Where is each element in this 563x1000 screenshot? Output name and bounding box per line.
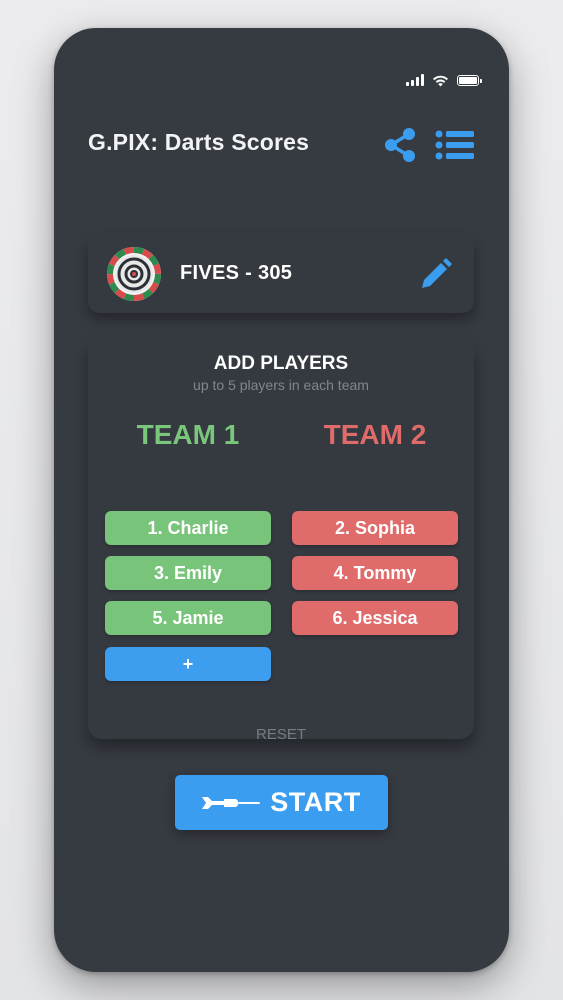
list-icon (435, 130, 474, 160)
share-icon (385, 128, 415, 162)
phone-screen: G.PIX: Darts Scores FIVES - 305 ADD PLAY… (54, 28, 509, 972)
status-bar (406, 72, 482, 88)
team-2-heading: TEAM 2 (323, 419, 427, 450)
wifi-icon (433, 75, 448, 86)
share-button[interactable] (380, 125, 420, 165)
team-2-player-2[interactable]: 4. Tommy (292, 556, 458, 590)
team-2-player-3[interactable]: 6. Jessica (292, 601, 458, 635)
signal-icon (406, 74, 424, 86)
add-players-title: ADD PLAYERS (213, 353, 349, 374)
menu-button[interactable] (435, 125, 475, 165)
edit-game-button[interactable] (416, 254, 456, 294)
team-1-heading: TEAM 1 (136, 419, 240, 450)
app-title: G.PIX: Darts Scores (88, 129, 310, 155)
pencil-icon (422, 258, 452, 288)
add-players-card: ADD PLAYERS up to 5 players in each team… (88, 339, 474, 743)
add-players-subtitle: up to 5 players in each team (193, 377, 369, 393)
battery-icon (457, 74, 482, 86)
start-label: START (270, 787, 361, 817)
start-button[interactable]: START (175, 775, 388, 830)
reset-button[interactable]: RESET (88, 726, 474, 743)
game-name: FIVES - 305 (180, 262, 293, 284)
dartboard-icon (107, 247, 161, 301)
team-1-player-2[interactable]: 3. Emily (105, 556, 271, 590)
team-2-player-1[interactable]: 2. Sophia (292, 511, 458, 545)
add-player-button[interactable]: + (105, 647, 271, 681)
team-1-player-3[interactable]: 5. Jamie (105, 601, 271, 635)
dart-icon (202, 796, 261, 809)
team-1-player-1[interactable]: 1. Charlie (105, 511, 271, 545)
game-card[interactable]: FIVES - 305 (88, 235, 474, 313)
